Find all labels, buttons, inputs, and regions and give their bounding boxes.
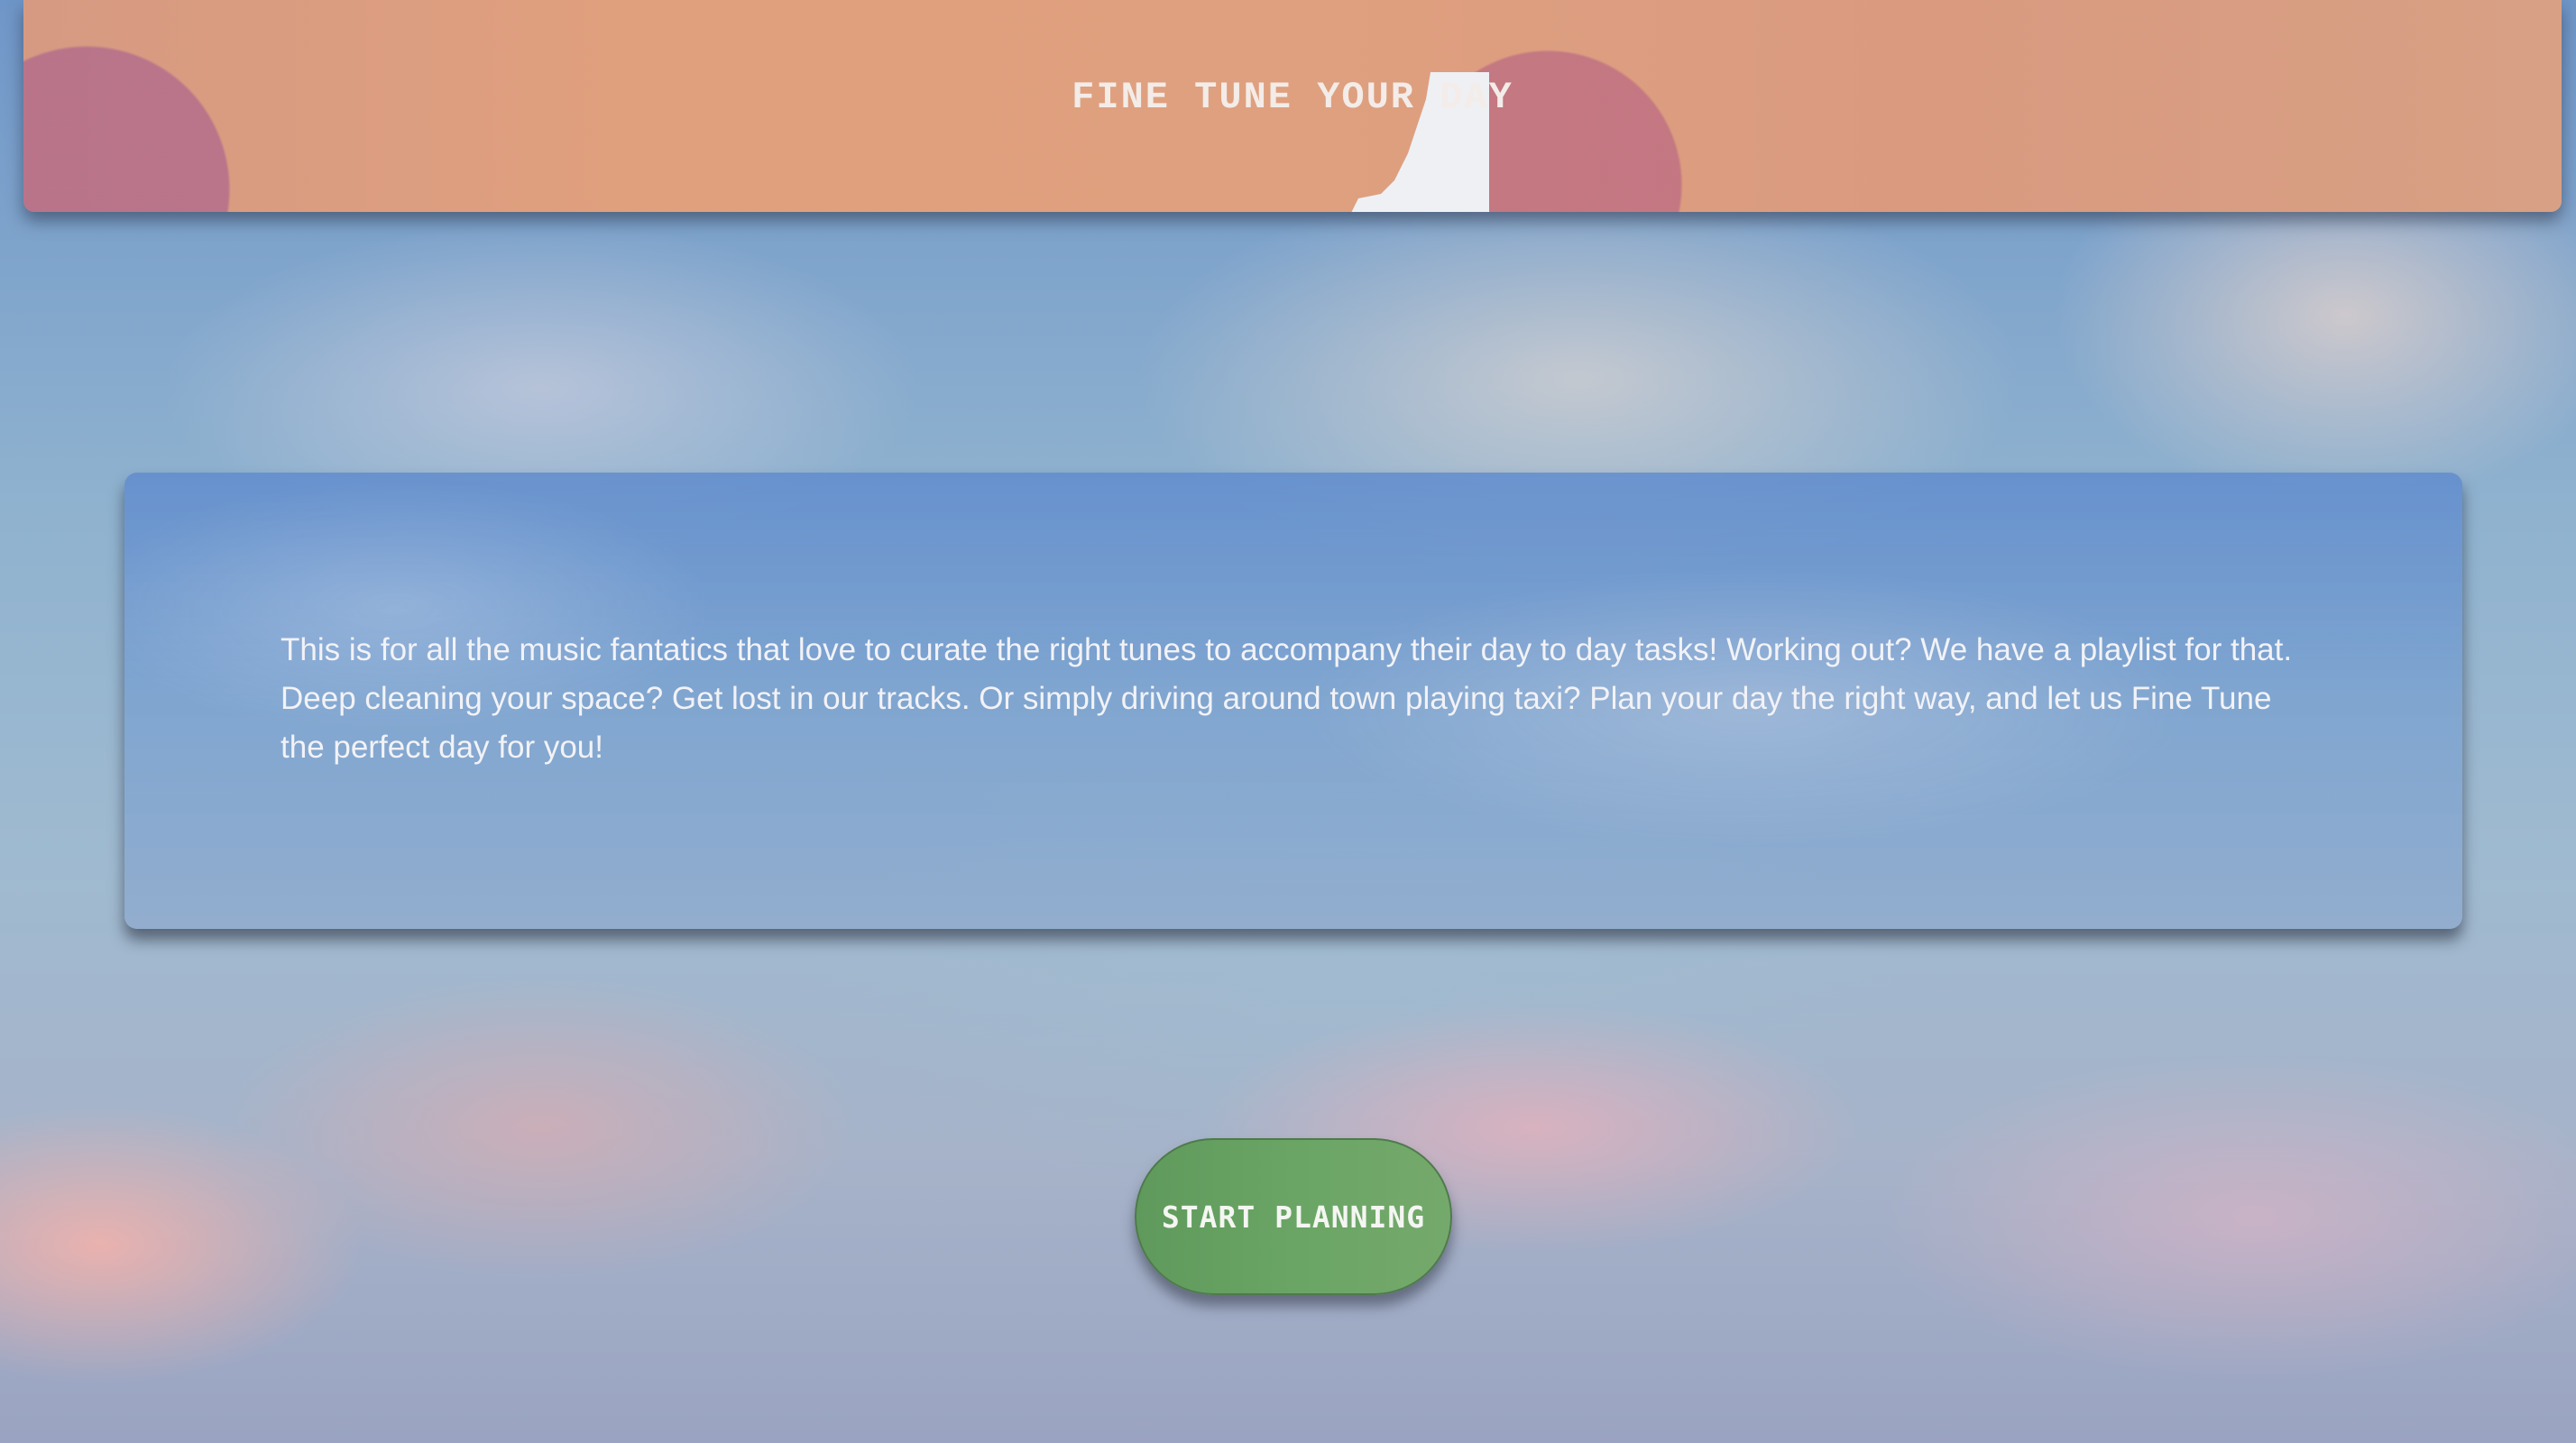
start-planning-button[interactable]: START PLANNING <box>1135 1138 1452 1295</box>
page-header: FINE TUNE YOUR DAY <box>23 0 2562 212</box>
intro-text: This is for all the music fantatics that… <box>281 632 2293 765</box>
page-title: FINE TUNE YOUR DAY <box>1072 76 1513 119</box>
intro-card: This is for all the music fantatics that… <box>124 473 2462 929</box>
